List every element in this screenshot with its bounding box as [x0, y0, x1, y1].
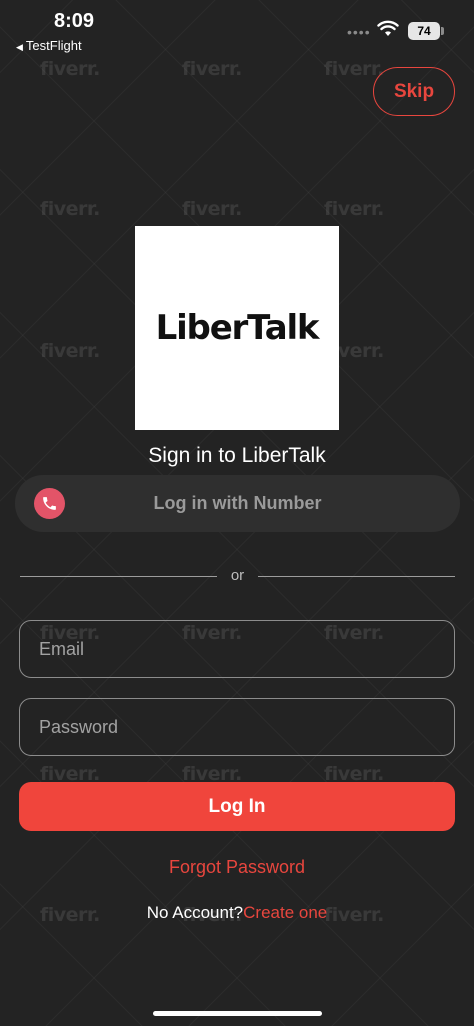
- watermark: fiverr.: [40, 198, 100, 220]
- battery-icon: 74: [408, 22, 440, 40]
- status-bar: 8:09 ◀ TestFlight •••• 74: [0, 0, 474, 56]
- watermark: fiverr.: [182, 198, 242, 220]
- no-account-row: No Account?Create one: [0, 903, 474, 923]
- status-time: 8:09: [54, 10, 95, 32]
- no-account-label: No Account?: [146, 903, 244, 922]
- back-arrow-icon: ◀: [16, 42, 23, 52]
- phone-login-label: Log in with Number: [153, 493, 322, 513]
- phone-login-button[interactable]: Log in with Number: [15, 475, 460, 532]
- app-logo: LiberTalk: [135, 226, 339, 430]
- watermark: fiverr.: [40, 58, 100, 80]
- signin-title: Sign in to LiberTalk: [148, 444, 326, 467]
- forgot-password-link[interactable]: Forgot Password: [0, 857, 474, 878]
- skip-button[interactable]: Skip: [373, 67, 455, 116]
- battery-tip: [441, 27, 444, 35]
- watermark: fiverr.: [40, 340, 100, 362]
- watermark: fiverr.: [324, 58, 384, 80]
- or-separator: or: [230, 567, 245, 584]
- wifi-icon: [377, 20, 399, 36]
- watermark: fiverr.: [182, 58, 242, 80]
- create-account-link[interactable]: Create one: [243, 903, 327, 922]
- divider-left: [20, 576, 217, 577]
- password-field[interactable]: [19, 698, 455, 756]
- back-app-label: TestFlight: [25, 38, 82, 53]
- email-field[interactable]: [19, 620, 455, 678]
- divider-right: [258, 576, 455, 577]
- watermark: fiverr.: [324, 198, 384, 220]
- home-indicator[interactable]: [153, 1011, 322, 1016]
- logo-text: LiberTalk: [155, 308, 320, 348]
- back-to-app-link[interactable]: ◀ TestFlight: [16, 38, 82, 53]
- cellular-signal-icon: ••••: [347, 24, 371, 40]
- phone-glyph: [43, 497, 56, 510]
- login-button[interactable]: Log In: [19, 782, 455, 831]
- phone-icon: [34, 488, 65, 519]
